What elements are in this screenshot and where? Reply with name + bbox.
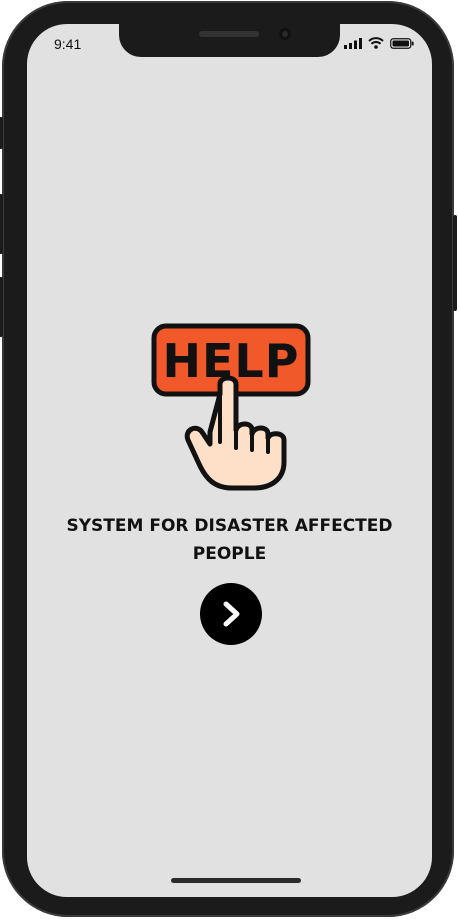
page-title: SYSTEM FOR DISASTER AFFECTED PEOPLE [47, 512, 412, 568]
wifi-icon [368, 37, 384, 49]
help-button-hand-icon: HELP [150, 322, 312, 494]
page-title-line-2: PEOPLE [192, 544, 267, 564]
next-button[interactable] [200, 583, 262, 645]
status-time: 9:41 [54, 36, 82, 52]
mute-switch [0, 117, 3, 149]
volume-up-button [0, 194, 3, 254]
speaker-grille [199, 31, 259, 37]
notch [119, 24, 340, 57]
phone-frame: 9:41 HELP SYSTEM FOR DISASTER AFFECTED P… [0, 1, 457, 917]
status-icons [344, 37, 414, 49]
front-camera [279, 28, 291, 40]
home-indicator[interactable] [171, 878, 301, 883]
battery-icon [390, 37, 414, 49]
power-button [453, 215, 457, 311]
cellular-signal-icon [344, 37, 362, 49]
chevron-right-icon [223, 601, 240, 627]
page-title-line-1: SYSTEM FOR DISASTER AFFECTED [66, 516, 393, 536]
volume-down-button [0, 277, 3, 337]
screen: 9:41 HELP SYSTEM FOR DISASTER AFFECTED P… [27, 24, 432, 897]
